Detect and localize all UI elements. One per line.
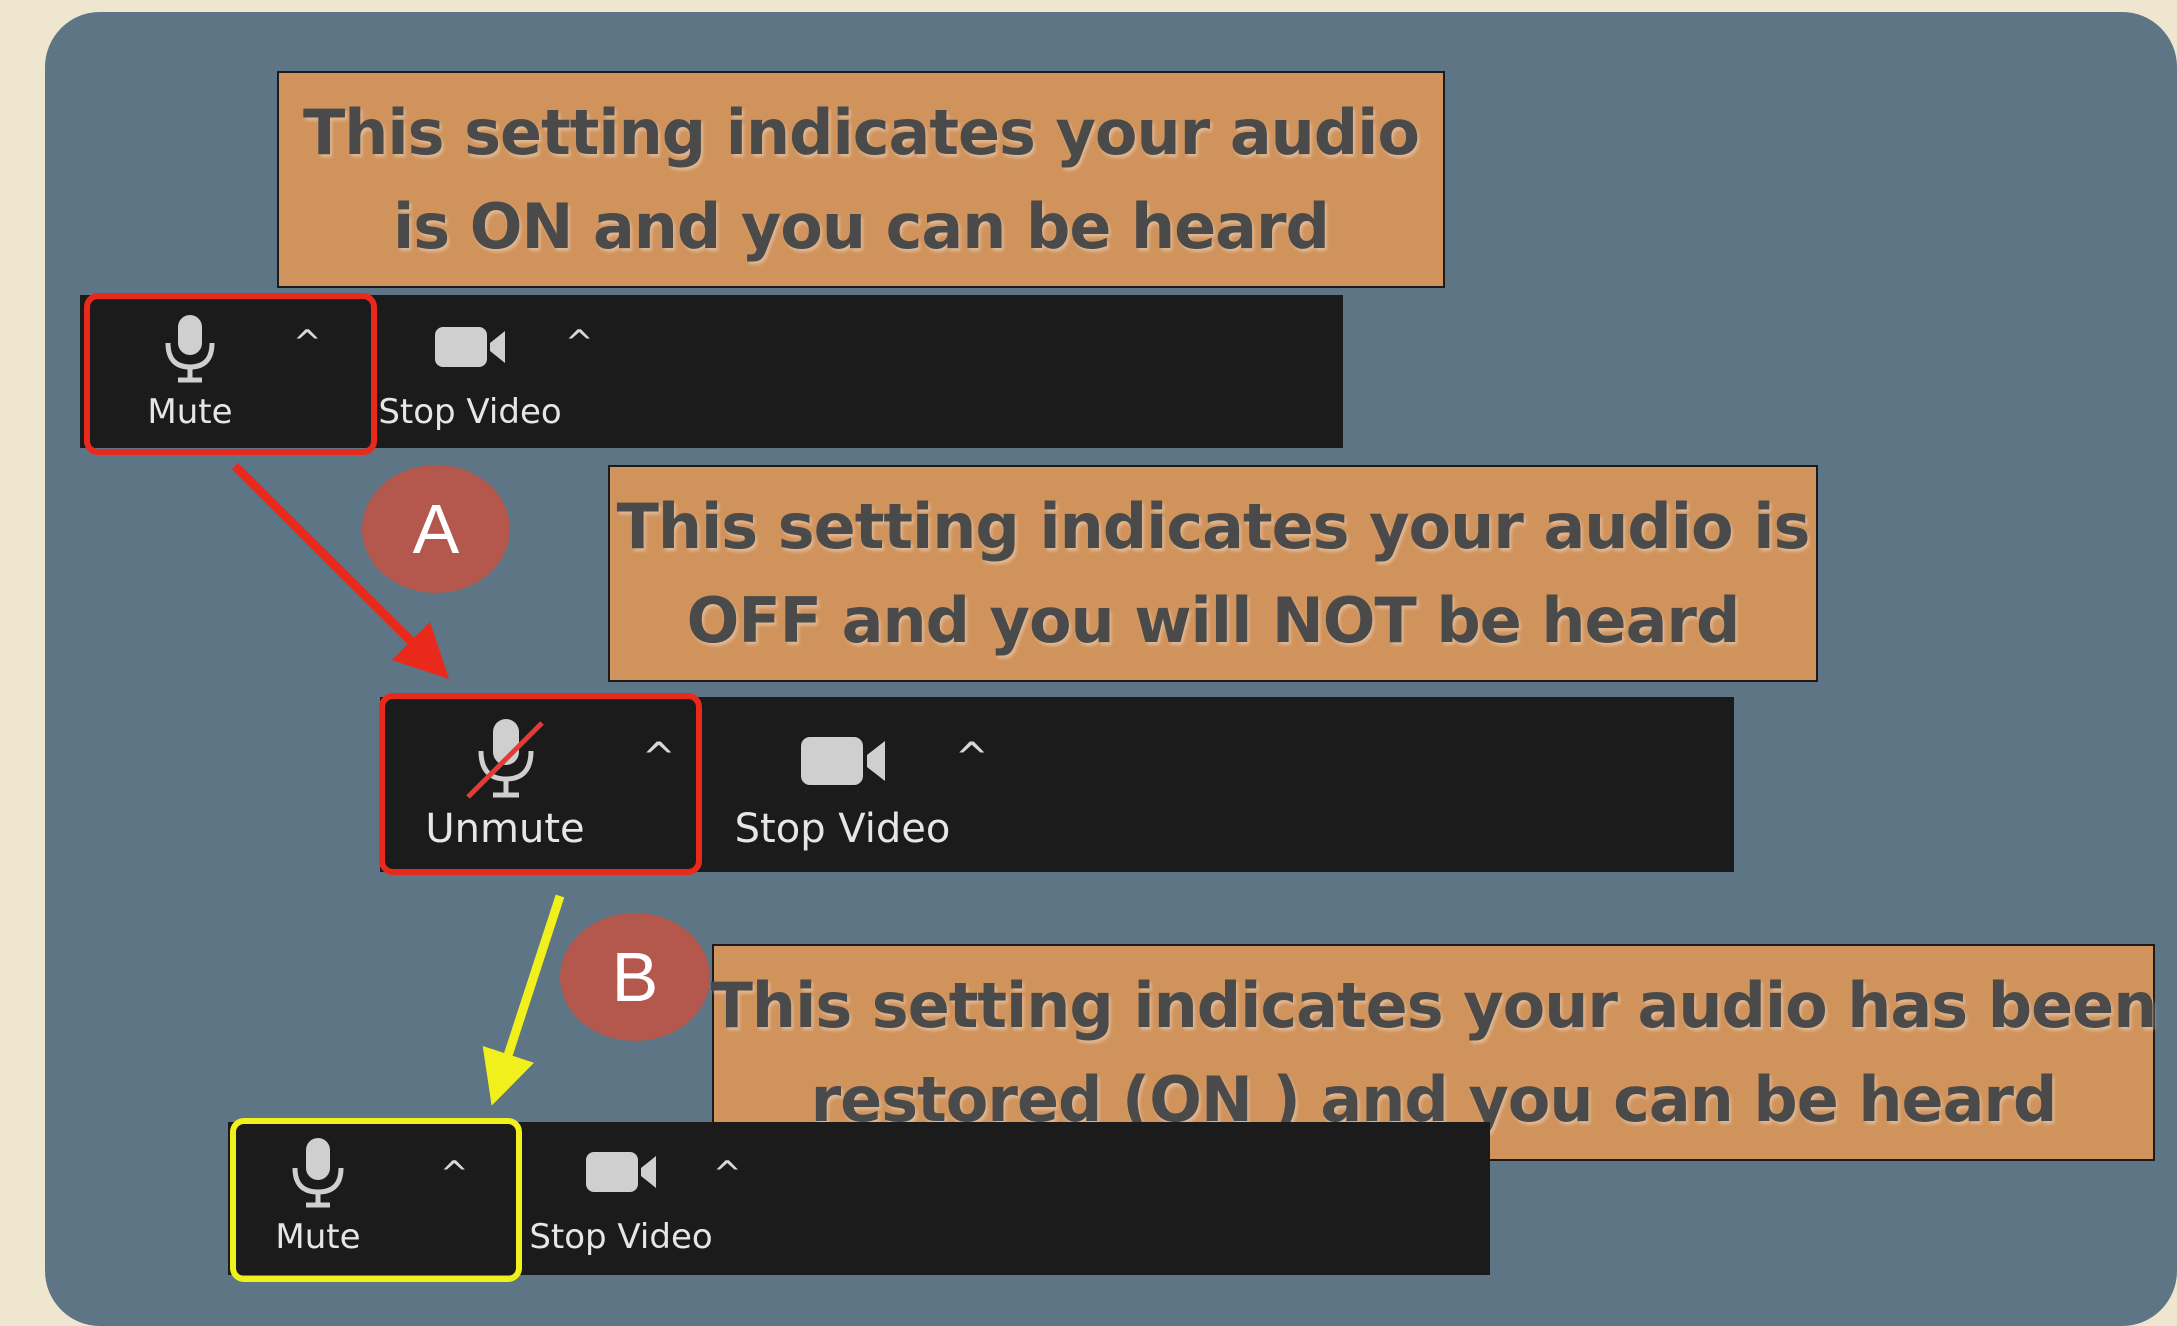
stop-video-label: Stop Video (529, 1217, 713, 1257)
callout-line: This setting indicates your audio is (616, 489, 1811, 563)
callout-line: This setting indicates your audio has be… (710, 968, 2158, 1042)
stop-video-label: Stop Video (734, 806, 951, 852)
stop-video-button[interactable]: Stop Video (735, 715, 950, 855)
video-camera-icon (581, 1136, 661, 1213)
video-options-caret-icon[interactable]: ^ (955, 735, 989, 781)
badge-letter: B (611, 938, 659, 1016)
step-badge-a: A (362, 465, 510, 593)
arrow-b (482, 894, 565, 1106)
callout-audio-off: This setting indicates your audio is OFF… (608, 465, 1818, 682)
unmute-highlight-red (379, 693, 702, 875)
stop-video-button[interactable]: Stop Video (529, 1136, 713, 1261)
step-badge-b: B (560, 913, 710, 1041)
video-options-caret-icon[interactable]: ^ (713, 1154, 742, 1194)
callout-line: OFF and you will NOT be heard (686, 583, 1741, 657)
mute-highlight-yellow (230, 1118, 522, 1282)
badge-letter: A (412, 490, 460, 568)
video-camera-icon (795, 715, 891, 806)
